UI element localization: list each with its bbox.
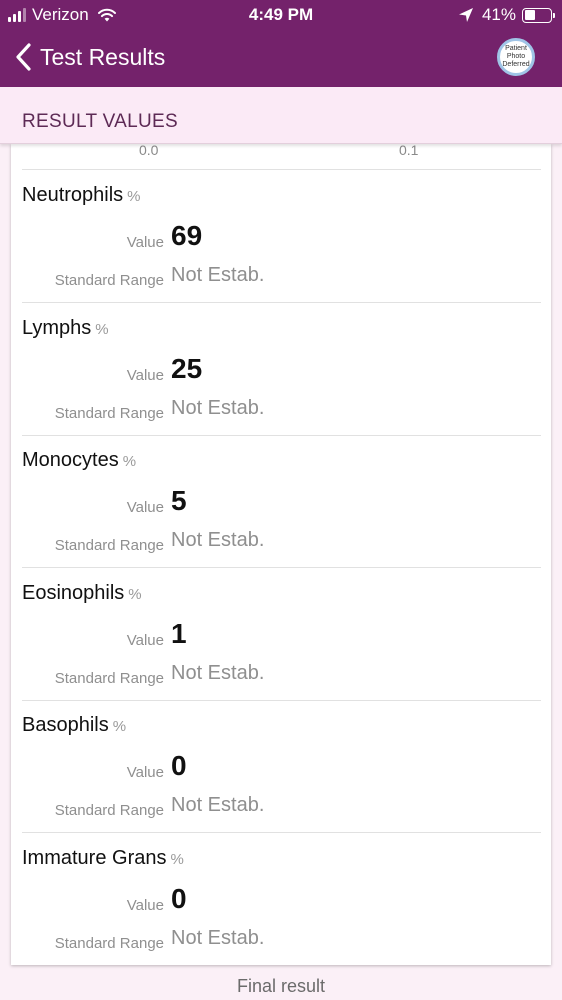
axis-tick: 0.0 [139, 144, 159, 158]
result-row-basophils: Basophils% Value 0 Standard Range Not Es… [11, 700, 551, 832]
axis-tick: 0.1 [399, 144, 419, 158]
result-row-lymphs: Lymphs% Value 25 Standard Range Not Esta… [11, 303, 551, 435]
result-value: 1 [171, 618, 187, 649]
battery-icon [522, 7, 555, 23]
location-arrow-icon [458, 8, 473, 22]
value-label: Value [126, 897, 164, 914]
results-card[interactable]: 0.0 0.1 Neutrophils% Value 69 Standard R… [11, 144, 551, 965]
standard-range-label: Standard Range [54, 405, 164, 422]
avatar[interactable]: Patient Photo Deferred [497, 38, 535, 76]
avatar-line-2: Photo [506, 53, 526, 60]
result-unit: % [95, 321, 109, 338]
value-label: Value [126, 764, 164, 781]
standard-range-label: Standard Range [54, 272, 164, 289]
result-value: 0 [171, 750, 187, 781]
back-button-label: Test Results [40, 43, 166, 70]
result-row-eosinophils: Eosinophils% Value 1 Standard Range Not … [11, 568, 551, 700]
standard-range-value: Not Estab. [171, 927, 265, 949]
result-unit: % [127, 188, 141, 205]
result-value: 0 [171, 883, 187, 914]
standard-range-label: Standard Range [54, 670, 164, 687]
result-name: Eosinophils% [22, 582, 142, 604]
standard-range-label: Standard Range [54, 935, 164, 952]
chevron-left-icon [16, 43, 31, 71]
standard-range-value: Not Estab. [171, 662, 265, 684]
result-status-footer: Final result [236, 976, 326, 996]
back-button[interactable]: Test Results [14, 40, 165, 74]
result-value: 25 [171, 353, 203, 384]
result-name: Immature Grans% [22, 847, 184, 869]
value-label: Value [126, 632, 164, 649]
result-name: Neutrophils% [22, 184, 141, 206]
section-title: RESULT VALUES [22, 111, 178, 132]
standard-range-value: Not Estab. [171, 794, 265, 816]
value-label: Value [126, 367, 164, 384]
avatar-line-3: Deferred [502, 61, 530, 68]
standard-range-value: Not Estab. [171, 529, 265, 551]
status-right: 41% [458, 5, 555, 25]
result-row-monocytes: Monocytes% Value 5 Standard Range Not Es… [11, 435, 551, 567]
value-label: Value [126, 234, 164, 251]
result-value: 69 [171, 220, 203, 251]
status-bar: Verizon 4:49 PM 41% [0, 0, 562, 30]
top-bar: Verizon 4:49 PM 41% Test Results Patient… [0, 0, 562, 87]
result-name: Basophils% [22, 714, 127, 736]
chart-axis: 0.0 0.1 [11, 144, 551, 170]
result-name: Lymphs% [22, 317, 109, 339]
result-row-immature-grans: Immature Grans% Value 0 Standard Range N… [11, 833, 551, 965]
standard-range-label: Standard Range [54, 537, 164, 554]
avatar-line-1: Patient [505, 45, 527, 52]
result-row-neutrophils: Neutrophils% Value 69 Standard Range Not… [11, 170, 551, 302]
result-name: Monocytes% [22, 449, 137, 471]
result-unit: % [128, 586, 142, 603]
result-value: 5 [171, 485, 187, 516]
standard-range-value: Not Estab. [171, 397, 265, 419]
standard-range-label: Standard Range [54, 802, 164, 819]
section-header: RESULT VALUES [0, 87, 562, 144]
result-unit: % [122, 453, 137, 470]
battery-percent: 41% [481, 5, 516, 24]
result-unit: % [112, 718, 127, 735]
value-label: Value [126, 499, 164, 516]
standard-range-value: Not Estab. [171, 264, 265, 286]
result-unit: % [170, 851, 184, 868]
